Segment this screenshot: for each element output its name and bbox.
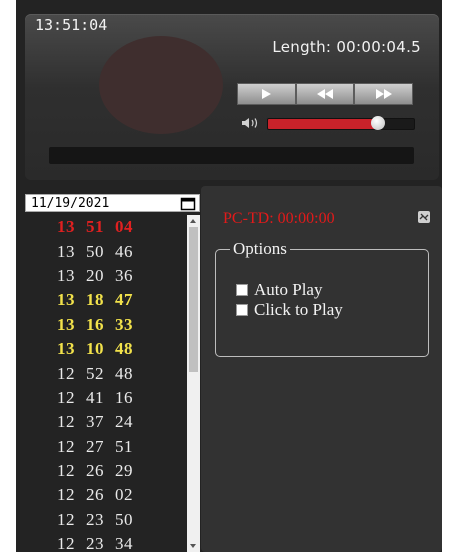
call-time-hour: 12 <box>57 412 75 432</box>
album-art-placeholder <box>99 36 223 134</box>
play-icon <box>262 89 272 99</box>
length-display: Length: 00:00:04.5 <box>272 38 421 56</box>
call-list-item[interactable]: 13 18 47 <box>25 288 187 312</box>
call-time-second: 47 <box>115 290 133 310</box>
click-to-play-label: Click to Play <box>254 300 343 319</box>
call-time-minute: 10 <box>86 339 104 359</box>
call-list-item[interactable]: 12 26 02 <box>25 483 187 507</box>
call-list: 13 51 04 13 50 46 13 20 36 13 18 47 13 16 33 13 10 48 12 52… <box>25 215 187 552</box>
date-value: 11/19/2021 <box>31 196 110 211</box>
call-time-minute: 52 <box>86 363 104 383</box>
volume-fill <box>268 119 379 129</box>
call-time-hour: 12 <box>57 387 75 407</box>
call-time-hour: 13 <box>57 339 75 359</box>
click-to-play-checkbox[interactable] <box>236 304 248 316</box>
call-list-item[interactable]: 12 23 50 <box>25 508 187 532</box>
call-time-hour: 13 <box>57 265 75 285</box>
call-time-second: 29 <box>115 461 133 481</box>
call-list-item[interactable]: 13 10 48 <box>25 337 187 361</box>
auto-play-label: Auto Play <box>254 280 323 299</box>
call-time-minute: 18 <box>86 290 104 310</box>
current-time: 13:51:04 <box>35 16 108 34</box>
call-time-hour: 12 <box>57 509 75 529</box>
call-time-second: 02 <box>115 485 133 505</box>
options-title: Options <box>230 239 290 259</box>
call-time-minute: 20 <box>86 265 104 285</box>
scroll-down-icon[interactable] <box>190 544 196 548</box>
call-time-hour: 13 <box>57 314 75 334</box>
scroll-up-icon[interactable] <box>190 219 196 223</box>
call-time-minute: 16 <box>86 314 104 334</box>
call-time-second: 48 <box>115 363 133 383</box>
call-time-hour: 13 <box>57 290 75 310</box>
click-to-play-option[interactable]: Click to Play <box>236 300 343 320</box>
transport-controls <box>237 83 414 105</box>
details-panel: PC-TD: 00:00:00 Options Auto Play Click … <box>201 186 442 552</box>
volume-slider[interactable] <box>267 118 415 130</box>
recording-player-app: 13:51:04 Length: 00:00:04.5 11/19/2021 1… <box>16 0 442 552</box>
call-list-item[interactable]: 13 51 04 <box>25 215 187 239</box>
play-button[interactable] <box>237 83 296 105</box>
rewind-icon <box>317 89 333 99</box>
call-list-item[interactable]: 13 50 46 <box>25 239 187 263</box>
call-time-hour: 12 <box>57 436 75 456</box>
auto-play-checkbox[interactable] <box>236 284 248 296</box>
call-list-panel: 11/19/2021 13 51 04 13 50 46 13 20 36 13 18 47 13 16 3… <box>25 189 201 552</box>
call-list-scrollbar[interactable] <box>187 215 200 552</box>
scroll-thumb[interactable] <box>189 227 198 372</box>
call-time-minute: 37 <box>86 412 104 432</box>
call-time-second: 51 <box>115 436 133 456</box>
call-time-second: 33 <box>115 314 133 334</box>
pc-td-readout: PC-TD: 00:00:00 <box>223 210 335 227</box>
call-time-second: 50 <box>115 509 133 529</box>
call-list-item[interactable]: 12 27 51 <box>25 435 187 459</box>
call-time-second: 16 <box>115 387 133 407</box>
auto-play-option[interactable]: Auto Play <box>236 280 322 300</box>
unlink-icon[interactable] <box>417 210 431 224</box>
call-time-hour: 12 <box>57 363 75 383</box>
fast-forward-icon <box>375 89 392 99</box>
call-list-item[interactable]: 12 37 24 <box>25 410 187 434</box>
call-time-hour: 12 <box>57 485 75 505</box>
call-list-item[interactable]: 12 26 29 <box>25 459 187 483</box>
call-time-second: 46 <box>115 241 133 261</box>
call-time-minute: 26 <box>86 461 104 481</box>
calendar-icon[interactable] <box>180 196 196 211</box>
call-list-item[interactable]: 13 20 36 <box>25 264 187 288</box>
call-time-second: 34 <box>115 534 133 552</box>
rewind-button[interactable] <box>295 83 355 105</box>
volume-knob[interactable] <box>370 116 385 130</box>
call-time-second: 04 <box>115 217 133 237</box>
player-panel: 13:51:04 Length: 00:00:04.5 <box>25 14 439 180</box>
playback-progress-bar[interactable] <box>49 147 414 164</box>
call-list-item[interactable]: 12 23 34 <box>25 532 187 552</box>
call-time-second: 36 <box>115 265 133 285</box>
call-time-minute: 23 <box>86 534 104 552</box>
call-time-hour: 12 <box>57 461 75 481</box>
call-time-second: 48 <box>115 339 133 359</box>
call-time-hour: 13 <box>57 217 75 237</box>
call-list-item[interactable]: 12 41 16 <box>25 386 187 410</box>
fast-forward-button[interactable] <box>354 83 414 105</box>
call-time-minute: 26 <box>86 485 104 505</box>
call-time-hour: 12 <box>57 534 75 552</box>
call-time-minute: 50 <box>86 241 104 261</box>
date-picker[interactable]: 11/19/2021 <box>25 194 200 212</box>
call-time-second: 24 <box>115 412 133 432</box>
options-group: Options Auto Play Click to Play <box>215 239 429 357</box>
call-list-item[interactable]: 13 16 33 <box>25 313 187 337</box>
call-time-minute: 27 <box>86 436 104 456</box>
call-time-minute: 51 <box>86 217 104 237</box>
call-list-item[interactable]: 12 52 48 <box>25 361 187 385</box>
call-time-minute: 41 <box>86 387 104 407</box>
call-time-hour: 13 <box>57 241 75 261</box>
volume-icon[interactable] <box>241 117 261 129</box>
call-time-minute: 23 <box>86 509 104 529</box>
